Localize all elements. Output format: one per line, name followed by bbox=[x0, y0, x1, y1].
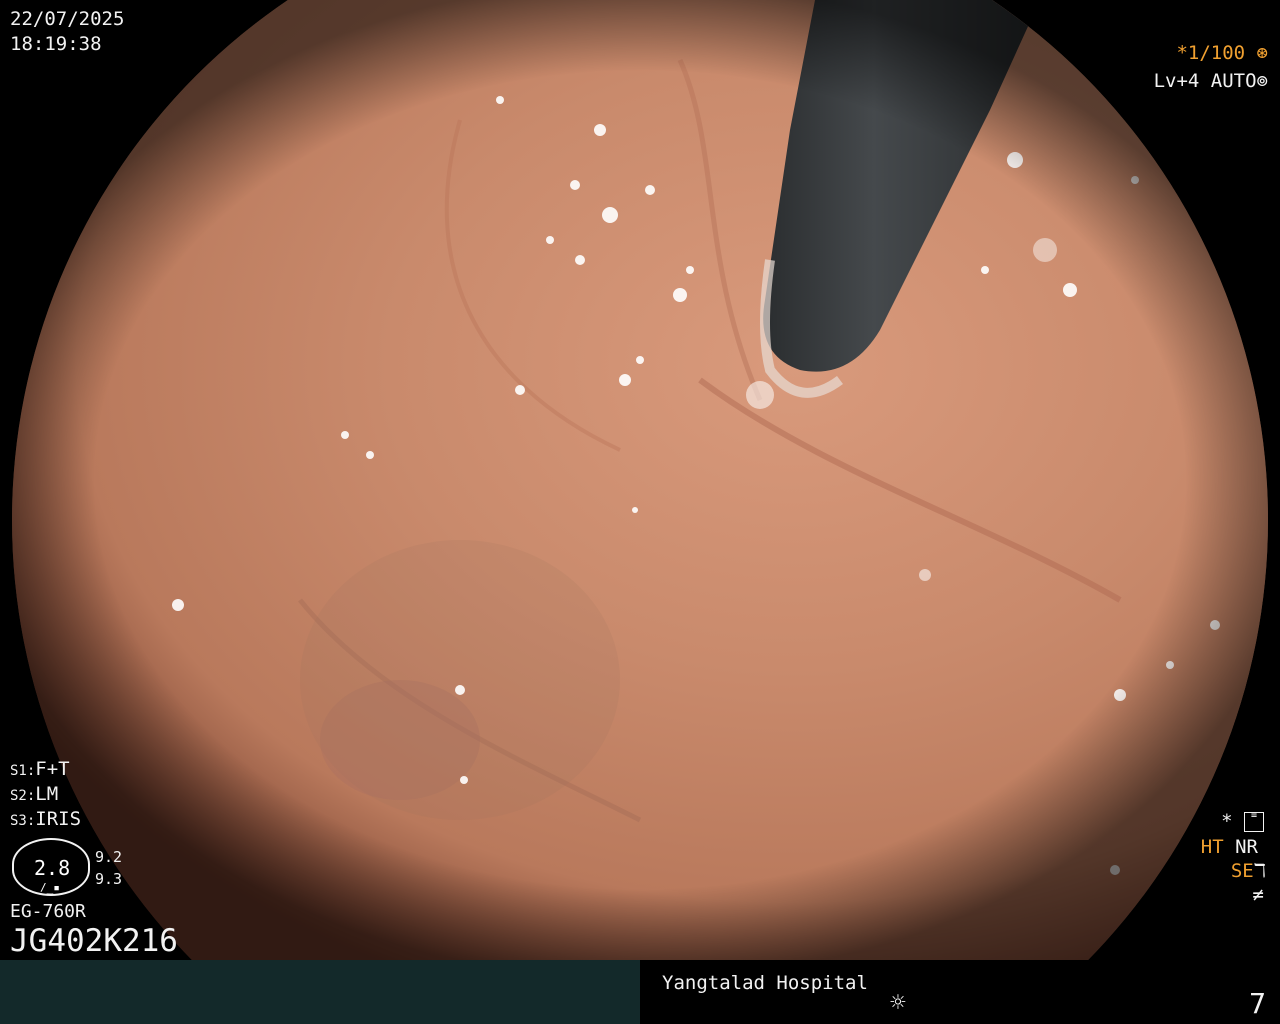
date-readout: 22/07/2025 bbox=[10, 8, 125, 30]
settings-icon: ≡ bbox=[1244, 811, 1264, 832]
star-mark: * bbox=[1221, 810, 1233, 833]
se-label: SE bbox=[1230, 860, 1254, 882]
se-row: SEℸ bbox=[1231, 862, 1266, 881]
shutter-readout: *1/100 ⊛ bbox=[1176, 44, 1268, 63]
zoom-value: 2.8 bbox=[34, 856, 71, 880]
scope-model: EG-760R bbox=[10, 901, 86, 922]
setting-s3: S3:IRIS bbox=[10, 810, 81, 829]
shutter-icon: ⊛ bbox=[1256, 42, 1268, 64]
s1-label: S1: bbox=[10, 763, 36, 779]
gamma-icon: ℸ bbox=[1253, 860, 1266, 882]
zoom-sub-b: 9.3 bbox=[95, 870, 123, 888]
s1-value: F+T bbox=[35, 758, 70, 780]
level-value: Lv+4 bbox=[1153, 70, 1200, 92]
status-info-panel: Yangtalad Hospital ☼ 7 bbox=[640, 960, 1280, 1024]
s3-label: S3: bbox=[10, 813, 36, 829]
enhance-settings: * ≡ bbox=[1221, 810, 1264, 833]
exposure-mode: AUTO bbox=[1210, 70, 1257, 92]
setting-s1: S1:F+T bbox=[10, 760, 70, 779]
image-index: 7 bbox=[1249, 987, 1266, 1020]
setting-s2: S2:LM bbox=[10, 785, 58, 804]
nr-label: NR bbox=[1235, 836, 1258, 858]
zoom-sub-a: 9.2 bbox=[95, 848, 123, 866]
s2-value: LM bbox=[35, 783, 59, 805]
scope-serial: JG402K216 bbox=[10, 923, 178, 959]
time-readout: 18:19:38 bbox=[10, 33, 102, 55]
hospital-name: Yangtalad Hospital bbox=[662, 972, 868, 994]
filter-icon: ≠ bbox=[1252, 884, 1264, 906]
level-readout: Lv+4 AUTO⊚ bbox=[1154, 72, 1268, 91]
shutter-value: *1/100 bbox=[1176, 42, 1246, 64]
s2-label: S2: bbox=[10, 788, 36, 804]
ht-nr-row: HT NR bbox=[1201, 838, 1258, 857]
ht-label: HT bbox=[1200, 836, 1224, 858]
s3-value: IRIS bbox=[35, 808, 82, 830]
endoscope-view bbox=[0, 0, 1280, 960]
zoom-indicator: 2.8 /̲▪ bbox=[12, 838, 90, 896]
zoom-mark-icon: /̲▪ bbox=[40, 881, 60, 894]
iris-icon: ⊚ bbox=[1256, 70, 1268, 92]
light-icon: ☼ bbox=[890, 988, 906, 1018]
